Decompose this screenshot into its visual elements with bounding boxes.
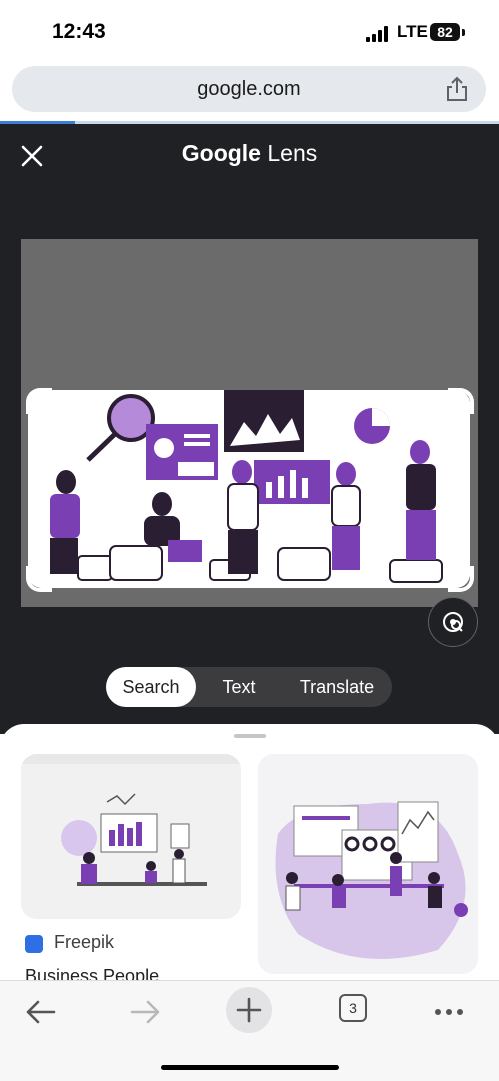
share-icon[interactable]	[444, 75, 470, 103]
more-dots-icon[interactable]	[426, 989, 472, 1035]
lens-title: Google Lens	[0, 140, 499, 167]
lens-title-product: Lens	[260, 140, 318, 166]
tab-text[interactable]: Text	[204, 667, 274, 707]
result-source-name[interactable]: Freepik	[54, 932, 114, 953]
plus-icon	[236, 997, 262, 1023]
lens-title-brand: Google	[181, 140, 261, 166]
result-thumbnail	[21, 754, 241, 919]
status-bar: 12:43 LTE 82	[0, 0, 499, 62]
sheet-drag-handle[interactable]	[234, 734, 266, 738]
lens-mode-selector: Search Text Translate	[106, 667, 392, 707]
battery-icon: 82	[430, 23, 460, 41]
battery-tip	[462, 29, 465, 36]
signal-icon	[366, 26, 388, 42]
lens-camera-button[interactable]	[428, 597, 478, 647]
tab-search[interactable]: Search	[106, 667, 196, 707]
forward-arrow-icon[interactable]	[122, 989, 168, 1035]
lens-camera-icon	[443, 612, 463, 632]
freepik-logo-icon	[25, 935, 43, 953]
result-card[interactable]	[258, 754, 478, 974]
lens-viewer: Google Lens Search Text Translate	[0, 124, 499, 734]
clock: 12:43	[52, 20, 106, 43]
url-text[interactable]: google.com	[12, 78, 486, 101]
tab-translate[interactable]: Translate	[282, 667, 392, 707]
browser-toolbar: 3	[0, 980, 499, 1081]
back-arrow-icon[interactable]	[18, 989, 64, 1035]
crop-handle-top-right[interactable]	[448, 388, 474, 414]
home-indicator	[161, 1065, 339, 1070]
result-card[interactable]	[21, 754, 241, 919]
new-tab-button[interactable]	[226, 987, 272, 1033]
tabs-icon[interactable]: 3	[339, 994, 367, 1022]
results-sheet[interactable]: Freepik Business People	[0, 724, 499, 986]
network-type: LTE	[397, 22, 428, 41]
result-thumbnail	[258, 754, 478, 974]
business-illustration	[28, 390, 470, 588]
selected-image-region[interactable]	[28, 390, 470, 588]
crop-handle-bottom-left[interactable]	[26, 566, 52, 592]
crop-handle-top-left[interactable]	[26, 388, 52, 414]
address-bar[interactable]: google.com	[12, 66, 486, 112]
